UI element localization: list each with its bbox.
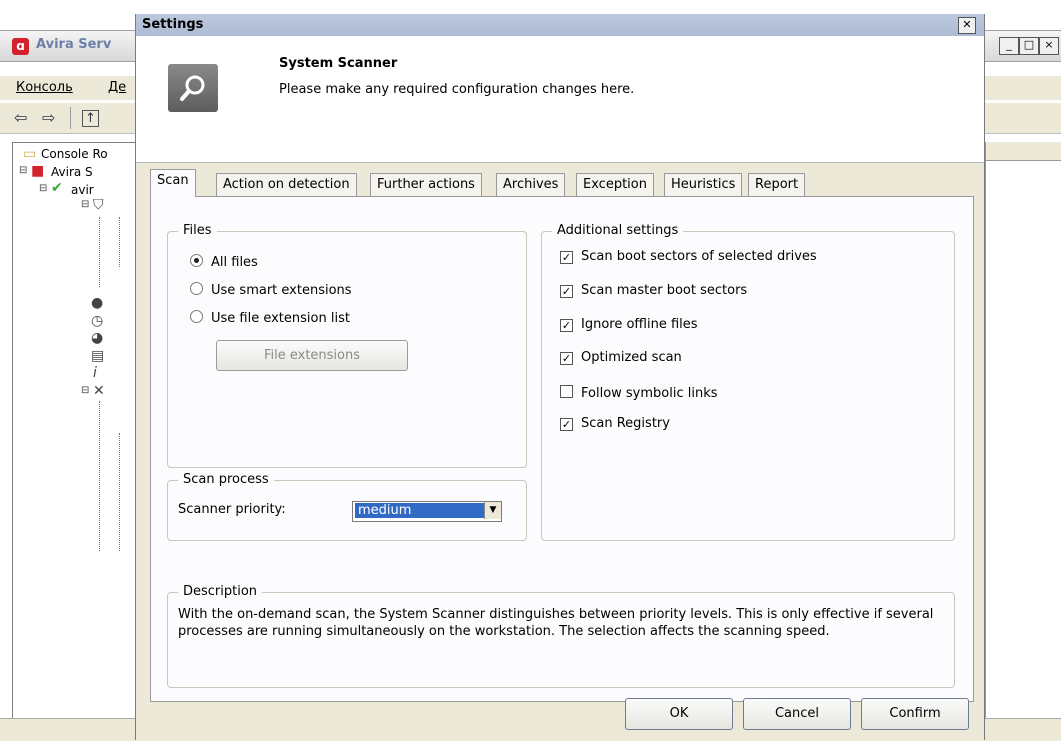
checkbox-label: Optimized scan xyxy=(581,350,682,365)
dialog-titlebar[interactable]: Settings ✕ xyxy=(136,14,984,36)
info-icon: i xyxy=(93,365,97,381)
scan-tab-panel: Files All files Use smart extensions Use… xyxy=(150,196,974,702)
history-icon: ◕ xyxy=(91,330,104,346)
user-icon: ● xyxy=(91,295,104,311)
checkbox-label: Ignore offline files xyxy=(581,317,698,332)
radio-file-extension-list[interactable]: Use file extension list xyxy=(190,310,350,326)
radio-label: All files xyxy=(211,255,258,270)
menu-action[interactable]: Де xyxy=(108,80,126,95)
radio-all-files[interactable]: All files xyxy=(190,254,258,270)
checkbox-scan-boot-sectors[interactable]: ✓ Scan boot sectors of selected drives xyxy=(560,249,817,264)
tab-label: Report xyxy=(755,177,799,192)
settings-dialog: Settings ✕ System Scanner Please make an… xyxy=(135,14,985,740)
files-legend: Files xyxy=(178,223,217,238)
checkbox-label: Scan master boot sectors xyxy=(581,283,748,298)
radio-label: Use smart extensions xyxy=(211,283,352,298)
checkbox[interactable]: ✓ xyxy=(560,251,573,264)
folder-icon: ▭ xyxy=(23,146,37,162)
tab-label: Heuristics xyxy=(671,177,736,192)
close-icon[interactable]: ✕ xyxy=(958,17,976,34)
radio-smart-extensions[interactable]: Use smart extensions xyxy=(190,282,352,298)
avira-logo-icon: ɑ xyxy=(12,38,29,55)
checkbox-optimized-scan[interactable]: ✓ Optimized scan xyxy=(560,350,682,365)
close-button-partial[interactable]: × xyxy=(1039,37,1059,55)
confirm-button[interactable]: Confirm xyxy=(861,698,969,730)
tab-report[interactable]: Report xyxy=(748,173,806,196)
checkbox-ignore-offline-files[interactable]: ✓ Ignore offline files xyxy=(560,317,698,332)
clipboard-icon: ▤ xyxy=(91,348,105,364)
files-group: Files All files Use smart extensions Use… xyxy=(167,223,527,468)
description-text: With the on-demand scan, the System Scan… xyxy=(178,607,934,639)
scan-process-group: Scan process Scanner priority: medium ▼ xyxy=(167,472,527,541)
tab-label: Exception xyxy=(583,177,647,192)
checkmark-icon: ✔ xyxy=(51,180,63,196)
avira-logo-icon: ■ xyxy=(31,163,45,179)
scan-process-legend: Scan process xyxy=(178,472,274,487)
tab-heuristics[interactable]: Heuristics xyxy=(664,173,743,196)
tree-avir-label[interactable]: avir xyxy=(71,183,94,197)
cancel-button[interactable]: Cancel xyxy=(743,698,851,730)
chevron-down-icon[interactable]: ▼ xyxy=(484,502,501,519)
collapse-icon[interactable]: ⊟ xyxy=(81,385,89,396)
checkbox-label: Follow symbolic links xyxy=(581,386,718,401)
back-arrow-icon[interactable]: ⇦ xyxy=(14,108,27,127)
checkbox-follow-symbolic-links[interactable]: Follow symbolic links xyxy=(560,385,718,401)
checkbox[interactable]: ✓ xyxy=(560,319,573,332)
checkbox-label: Scan boot sectors of selected drives xyxy=(581,249,817,264)
additional-settings-legend: Additional settings xyxy=(552,223,684,238)
tree-avira-label[interactable]: Avira S xyxy=(51,165,93,179)
checkbox-scan-registry[interactable]: ✓ Scan Registry xyxy=(560,416,670,431)
radio-button[interactable] xyxy=(190,254,203,267)
tab-label: Further actions xyxy=(377,177,475,192)
console-tree: ▭ Console Ro ⊟ ■ Avira S ⊟ ✔ avir ⊟ ⛉ ● … xyxy=(12,142,137,724)
minimize-button[interactable]: _ xyxy=(999,37,1019,55)
scanner-priority-label: Scanner priority: xyxy=(178,502,286,517)
checkbox[interactable] xyxy=(560,385,573,398)
search-icon xyxy=(168,64,218,112)
radio-label: Use file extension list xyxy=(211,311,350,326)
collapse-icon[interactable]: ⊟ xyxy=(81,199,89,210)
header-subtitle: Please make any required configuration c… xyxy=(279,82,635,97)
scanner-priority-select[interactable]: medium ▼ xyxy=(352,501,502,522)
tools-icon: ✕ xyxy=(93,383,105,399)
header-title: System Scanner xyxy=(279,56,398,71)
forward-arrow-icon[interactable]: ⇨ xyxy=(42,108,55,127)
checkbox[interactable]: ✓ xyxy=(560,352,573,365)
file-extensions-button[interactable]: File extensions xyxy=(216,340,408,371)
radio-button[interactable] xyxy=(190,310,203,323)
tree-root-label[interactable]: Console Ro xyxy=(41,147,108,161)
checkbox-scan-master-boot-sectors[interactable]: ✓ Scan master boot sectors xyxy=(560,283,747,298)
dialog-header: System Scanner Please make any required … xyxy=(136,36,984,163)
checkbox[interactable]: ✓ xyxy=(560,418,573,431)
background-results-pane xyxy=(985,142,1061,722)
tab-further-actions[interactable]: Further actions xyxy=(370,173,482,196)
menu-console[interactable]: Консоль xyxy=(16,80,73,95)
collapse-icon[interactable]: ⊟ xyxy=(19,165,27,176)
tab-label: Scan xyxy=(157,173,189,188)
background-window-title: Avira Serv xyxy=(36,37,112,52)
tab-scan[interactable]: Scan xyxy=(150,169,196,197)
tab-action-on-detection[interactable]: Action on detection xyxy=(216,173,357,196)
dialog-title: Settings xyxy=(142,17,204,32)
description-group: Description With the on-demand scan, the… xyxy=(167,584,955,688)
tab-exception[interactable]: Exception xyxy=(576,173,654,196)
tab-label: Action on detection xyxy=(223,177,350,192)
shield-icon: ⛉ xyxy=(93,197,104,213)
checkbox-label: Scan Registry xyxy=(581,416,670,431)
additional-settings-group: Additional settings ✓ Scan boot sectors o… xyxy=(541,223,955,541)
maximize-button[interactable]: □ xyxy=(1019,37,1039,55)
tab-label: Archives xyxy=(503,177,559,192)
clock-icon: ◷ xyxy=(91,313,104,329)
collapse-icon[interactable]: ⊟ xyxy=(39,183,47,194)
priority-selected-value: medium xyxy=(355,503,484,518)
description-legend: Description xyxy=(178,584,263,599)
tab-archives[interactable]: Archives xyxy=(496,173,566,196)
ok-button[interactable]: OK xyxy=(625,698,733,730)
checkbox[interactable]: ✓ xyxy=(560,285,573,298)
up-folder-icon[interactable]: ↑ xyxy=(82,110,99,127)
radio-button[interactable] xyxy=(190,282,203,295)
